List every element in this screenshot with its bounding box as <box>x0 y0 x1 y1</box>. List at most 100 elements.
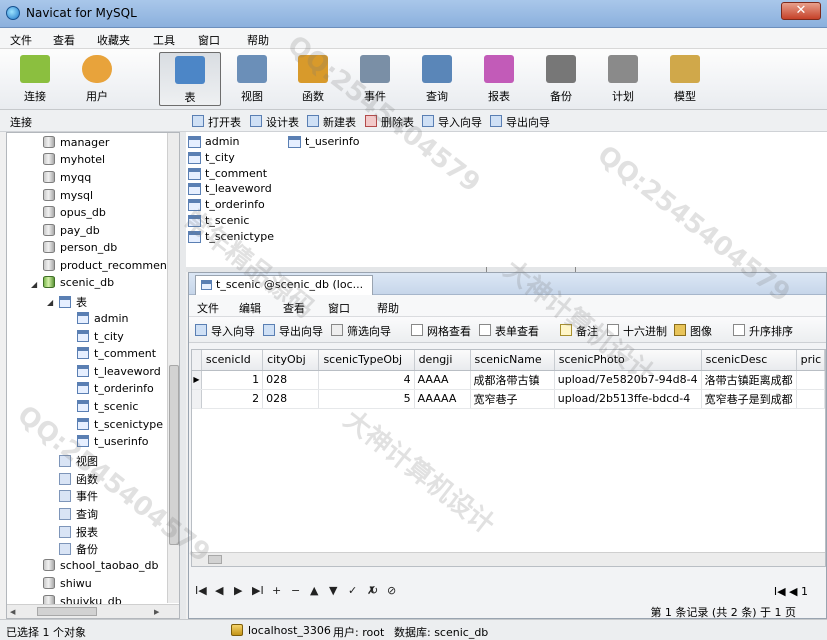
tree-group-events[interactable]: 事件 <box>59 488 98 505</box>
object-t-leaveword[interactable]: t_leaveword <box>188 182 272 195</box>
column-header-dengji[interactable]: dengji <box>414 350 471 371</box>
menu-view[interactable]: 查看 <box>53 32 75 48</box>
cell-scenicdesc[interactable]: 宽窄巷子是到成都 <box>701 389 797 409</box>
move-down-button[interactable]: ▼ <box>329 584 337 597</box>
toolbar-report-button[interactable]: 报表 <box>470 52 528 106</box>
memo-button[interactable]: 备注 <box>560 323 598 338</box>
tree-table-t-userinfo[interactable]: t_userinfo <box>77 435 148 452</box>
last-record-button[interactable]: ▶I <box>252 584 264 597</box>
column-header-scenicphoto[interactable]: scenicPhoto <box>554 350 702 371</box>
toolbar-user-button[interactable]: 用户 <box>68 52 126 106</box>
tree-group-views[interactable]: 视图 <box>59 453 98 470</box>
tree-table-t-orderinfo[interactable]: t_orderinfo <box>77 382 154 399</box>
tree-vertical-scrollbar[interactable] <box>167 133 179 603</box>
new-table-button[interactable]: 新建表 <box>307 114 356 129</box>
apply-button[interactable]: ✓ <box>348 584 357 597</box>
tree-db-product-recommend[interactable]: product_recommend <box>43 259 174 276</box>
table-row[interactable]: 2 028 5 AAAAA 宽窄巷子 upload/2b513ffe-bdcd-… <box>192 389 825 409</box>
inner-menu-help[interactable]: 帮助 <box>377 300 399 316</box>
cell-price[interactable] <box>796 370 825 390</box>
cell-scenictypeobj[interactable]: 5 <box>318 389 415 409</box>
cell-dengji[interactable]: AAAA <box>414 370 471 390</box>
column-header-scenicdesc[interactable]: scenicDesc <box>701 350 797 371</box>
tree-hscroll-thumb[interactable] <box>37 607 97 616</box>
tree-db-person[interactable]: person_db <box>43 241 117 258</box>
toolbar-function-button[interactable]: 函数 <box>284 52 342 106</box>
design-table-button[interactable]: 设计表 <box>250 114 299 129</box>
filter-wizard-button[interactable]: 筛选向导 <box>331 323 391 338</box>
image-button[interactable]: 图像 <box>674 323 712 338</box>
delete-table-button[interactable]: 删除表 <box>365 114 414 129</box>
move-up-button[interactable]: ▲ <box>310 584 318 597</box>
tree-db-opus[interactable]: opus_db <box>43 206 106 223</box>
object-t-scenictype[interactable]: t_scenictype <box>188 230 274 243</box>
tree-table-t-comment[interactable]: t_comment <box>77 347 156 364</box>
column-header-scenicid[interactable]: scenicId <box>201 350 264 371</box>
tree-db-shiwu[interactable]: shiwu <box>43 577 92 594</box>
tab-t-scenic[interactable]: t_scenic @scenic_db (loc... <box>195 275 373 295</box>
object-t-city[interactable]: t_city <box>188 151 235 164</box>
tree-db-school-taobao[interactable]: school_taobao_db <box>43 559 158 576</box>
column-header-price[interactable]: pric <box>796 350 825 371</box>
cell-dengji[interactable]: AAAAA <box>414 389 471 409</box>
tree-group-tables[interactable]: 表 <box>59 294 87 311</box>
tree-db-mysql[interactable]: mysql <box>43 189 93 206</box>
inner-export-button[interactable]: 导出向导 <box>263 323 323 338</box>
tree-group-functions[interactable]: 函数 <box>59 471 98 488</box>
toolbar-backup-button[interactable]: 备份 <box>532 52 590 106</box>
toolbar-connection-button[interactable]: 连接 <box>6 52 64 106</box>
hex-button[interactable]: 十六进制 <box>607 323 667 338</box>
cell-scenicname[interactable]: 宽窄巷子 <box>470 389 555 409</box>
column-header-cityobj[interactable]: cityObj <box>262 350 320 371</box>
menu-favorites[interactable]: 收藏夹 <box>97 32 130 48</box>
tree-scroll-thumb[interactable] <box>169 365 179 545</box>
sort-asc-button[interactable]: 升序排序 <box>733 323 793 338</box>
tree-table-admin[interactable]: admin <box>77 312 128 329</box>
column-header-scenicname[interactable]: scenicName <box>470 350 555 371</box>
object-t-scenic[interactable]: t_scenic <box>188 214 249 227</box>
table-row[interactable]: ▶ 1 028 4 AAAA 成都洛带古镇 upload/7e5820b7-94… <box>192 370 825 390</box>
cell-scenicname[interactable]: 成都洛带古镇 <box>470 370 555 390</box>
first-page-icon[interactable]: I◀ ◀ <box>774 585 798 598</box>
tree-table-t-scenictype[interactable]: t_scenictype <box>77 418 163 435</box>
inner-menu-view[interactable]: 查看 <box>283 300 305 316</box>
inner-import-button[interactable]: 导入向导 <box>195 323 255 338</box>
tree-collapse-arrow[interactable]: ◢ <box>31 280 37 289</box>
toolbar-event-button[interactable]: 事件 <box>346 52 404 106</box>
cell-cityobj[interactable]: 028 <box>262 370 320 390</box>
tree-db-myhotel[interactable]: myhotel <box>43 153 105 170</box>
object-t-userinfo[interactable]: t_userinfo <box>288 135 359 148</box>
object-t-comment[interactable]: t_comment <box>188 167 267 180</box>
cell-scenictypeobj[interactable]: 4 <box>318 370 415 390</box>
tree-db-myqq[interactable]: myqq <box>43 171 91 188</box>
first-record-button[interactable]: I◀ <box>195 584 207 597</box>
cell-scenicid[interactable]: 2 <box>201 389 264 409</box>
tree-group-backups[interactable]: 备份 <box>59 541 98 558</box>
menu-window[interactable]: 窗口 <box>198 32 220 48</box>
menu-file[interactable]: 文件 <box>10 32 32 48</box>
export-wizard-button[interactable]: 导出向导 <box>490 114 550 129</box>
tree-group-queries[interactable]: 查询 <box>59 506 98 523</box>
tree-table-t-city[interactable]: t_city <box>77 330 124 347</box>
tree-db-scenic[interactable]: scenic_db <box>43 276 114 293</box>
open-table-button[interactable]: 打开表 <box>192 114 241 129</box>
next-record-button[interactable]: ▶ <box>234 584 242 597</box>
scroll-left-arrow[interactable]: ◀ <box>10 608 15 616</box>
grid-scroll-thumb[interactable] <box>208 555 222 564</box>
column-header-scenictypeobj[interactable]: scenicTypeObj <box>318 350 415 371</box>
prev-record-button[interactable]: ◀ <box>215 584 223 597</box>
tree-horizontal-scrollbar[interactable]: ◀ ▶ <box>7 604 179 618</box>
toolbar-schedule-button[interactable]: 计划 <box>594 52 652 106</box>
cell-price[interactable] <box>796 389 825 409</box>
toolbar-model-button[interactable]: 模型 <box>656 52 714 106</box>
refresh-button[interactable]: ↻ <box>369 584 378 597</box>
inner-menu-edit[interactable]: 编辑 <box>239 300 261 316</box>
cell-cityobj[interactable]: 028 <box>262 389 320 409</box>
tree-db-pay[interactable]: pay_db <box>43 224 100 241</box>
object-t-orderinfo[interactable]: t_orderinfo <box>188 198 265 211</box>
inner-menu-file[interactable]: 文件 <box>197 300 219 316</box>
tree-table-t-scenic[interactable]: t_scenic <box>77 400 138 417</box>
stop-button[interactable]: ⊘ <box>387 584 396 597</box>
close-window-button[interactable]: ✕ <box>781 2 821 20</box>
menu-help[interactable]: 帮助 <box>247 32 269 48</box>
